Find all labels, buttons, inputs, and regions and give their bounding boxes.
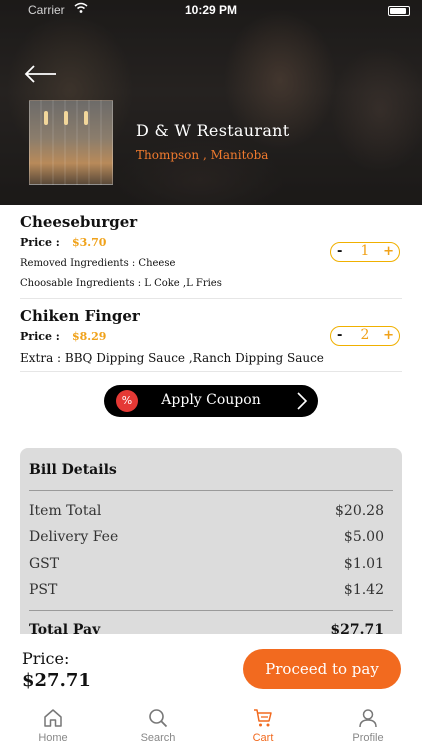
quantity-stepper: - 1 +: [330, 242, 400, 262]
bill-details-card: Bill Details Item Total $20.28 Delivery …: [20, 448, 402, 634]
home-icon: [44, 709, 62, 727]
bill-row-pst: PST $1.42: [29, 582, 384, 598]
bill-title: Bill Details: [29, 462, 117, 478]
restaurant-header: Carrier 10:29 PM D & W Restaurant Thomps…: [0, 0, 422, 205]
back-button[interactable]: [24, 63, 58, 85]
pay-price-amount: $27.71: [22, 670, 91, 691]
bill-row-item-total: Item Total $20.28: [29, 503, 384, 519]
bill-row-label: PST: [29, 582, 58, 598]
bottom-tab-bar: Home Search Cart Profile: [0, 704, 422, 750]
tab-label: Home: [38, 732, 68, 744]
increase-quantity-button[interactable]: +: [383, 328, 394, 343]
checkout-bar: Price: $27.71 Proceed to pay: [0, 634, 422, 704]
profile-icon: [359, 709, 377, 728]
tab-label: Cart: [252, 732, 274, 744]
status-bar: Carrier 10:29 PM: [0, 2, 422, 20]
item-detail: Choosable Ingredients : L Coke ,L Fries: [20, 278, 222, 289]
divider: [29, 610, 393, 611]
bill-row-total-pay: Total Pay $27.71: [29, 622, 384, 634]
item-detail: Removed Ingredients : Cheese: [20, 258, 176, 269]
bill-row-value: $1.01: [343, 556, 384, 572]
bill-row-value: $5.00: [343, 529, 384, 545]
bill-row-delivery-fee: Delivery Fee $5.00: [29, 529, 384, 545]
tab-label: Profile: [352, 732, 384, 744]
bill-row-value: $20.28: [335, 503, 384, 519]
divider: [29, 490, 393, 491]
item-name: Chiken Finger: [20, 307, 140, 325]
coupon-label: Apply Coupon: [161, 392, 261, 408]
tab-label: Search: [140, 732, 176, 744]
apply-coupon-button[interactable]: % Apply Coupon: [104, 385, 318, 417]
search-icon: [149, 709, 168, 728]
quantity-stepper: - 2 +: [330, 326, 400, 346]
restaurant-name: D & W Restaurant: [136, 121, 290, 140]
cart-icon: [254, 709, 272, 727]
tab-home[interactable]: Home: [13, 708, 93, 744]
battery-icon: [388, 6, 410, 16]
bill-row-value: $1.42: [343, 582, 384, 598]
pay-price-label: Price:: [22, 649, 70, 668]
increase-quantity-button[interactable]: +: [383, 244, 394, 259]
cart-item: Chiken Finger Price : $8.29 Extra : BBQ …: [20, 299, 402, 372]
item-price: $8.29: [72, 330, 107, 343]
bill-row-label: Delivery Fee: [29, 529, 119, 545]
bill-total-label: Total Pay: [29, 622, 101, 634]
tab-profile[interactable]: Profile: [328, 708, 408, 744]
back-arrow-icon: [24, 65, 56, 83]
bill-total-value: $27.71: [330, 622, 384, 634]
bill-row-label: GST: [29, 556, 60, 572]
tab-search[interactable]: Search: [118, 708, 198, 744]
cart-item: Cheeseburger Price : $3.70 Removed Ingre…: [20, 205, 402, 299]
status-time: 10:29 PM: [184, 3, 238, 17]
item-detail: Extra : BBQ Dipping Sauce ,Ranch Dipping…: [20, 351, 324, 365]
item-price: $3.70: [72, 236, 107, 249]
restaurant-thumbnail: [29, 100, 113, 185]
chevron-right-icon: [297, 392, 308, 410]
restaurant-location: Thompson , Manitoba: [136, 148, 269, 162]
item-price-label: Price :: [20, 236, 60, 249]
item-name: Cheeseburger: [20, 213, 138, 231]
bill-row-label: Item Total: [29, 503, 102, 519]
tab-cart[interactable]: Cart: [223, 708, 303, 744]
proceed-to-pay-button[interactable]: Proceed to pay: [243, 649, 401, 689]
bill-row-gst: GST $1.01: [29, 556, 384, 572]
item-price-label: Price :: [20, 330, 60, 343]
